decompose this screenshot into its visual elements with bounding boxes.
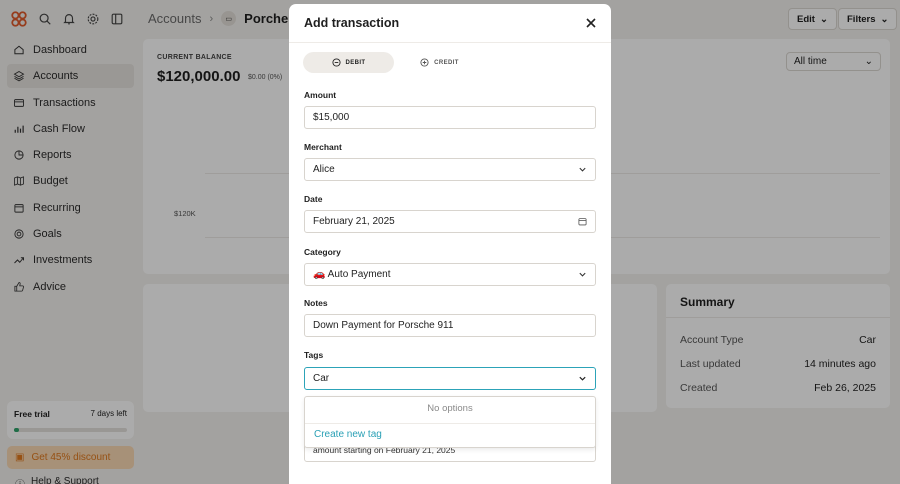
- notes-value: Down Payment for Porsche 911: [313, 320, 454, 331]
- add-transaction-modal: Add transaction DEBIT CREDIT Amount $15,…: [289, 4, 611, 484]
- chevron-down-icon: [579, 376, 586, 381]
- amount-field[interactable]: $15,000: [304, 106, 596, 129]
- notes-field[interactable]: Down Payment for Porsche 911: [304, 314, 596, 337]
- merchant-value: Alice: [313, 164, 335, 175]
- tags-label: Tags: [304, 350, 324, 360]
- close-icon[interactable]: [585, 17, 597, 29]
- tags-dropdown: No options Create new tag: [304, 396, 596, 448]
- date-label: Date: [304, 194, 323, 204]
- debit-label: DEBIT: [345, 59, 366, 66]
- debit-tab[interactable]: DEBIT: [303, 52, 394, 73]
- date-value: February 21, 2025: [313, 216, 395, 227]
- no-options-text: No options: [427, 403, 473, 414]
- credit-tab[interactable]: CREDIT: [394, 52, 485, 73]
- merchant-label: Merchant: [304, 142, 342, 152]
- date-field[interactable]: February 21, 2025: [304, 210, 596, 233]
- amount-value: $15,000: [313, 112, 350, 123]
- chevron-down-icon: [579, 167, 586, 172]
- transaction-type-toggle: DEBIT CREDIT: [303, 52, 485, 73]
- plus-circle-icon: [420, 58, 429, 67]
- modal-title: Add transaction: [304, 16, 400, 30]
- merchant-select[interactable]: Alice: [304, 158, 596, 181]
- tags-input-value: Car: [313, 373, 330, 384]
- divider: [289, 42, 611, 43]
- minus-circle-icon: [331, 58, 341, 67]
- notes-label: Notes: [304, 298, 328, 308]
- calendar-icon[interactable]: [578, 217, 587, 226]
- category-select[interactable]: 🚗 Auto Payment: [304, 263, 596, 286]
- tags-select[interactable]: Car: [304, 367, 596, 390]
- credit-label: CREDIT: [434, 59, 459, 66]
- chevron-down-icon: [579, 272, 586, 277]
- amount-label: Amount: [304, 90, 337, 100]
- divider: [305, 423, 595, 424]
- create-new-tag-option[interactable]: Create new tag: [314, 429, 382, 440]
- category-label: Category: [304, 247, 341, 257]
- category-value: 🚗 Auto Payment: [313, 269, 391, 280]
